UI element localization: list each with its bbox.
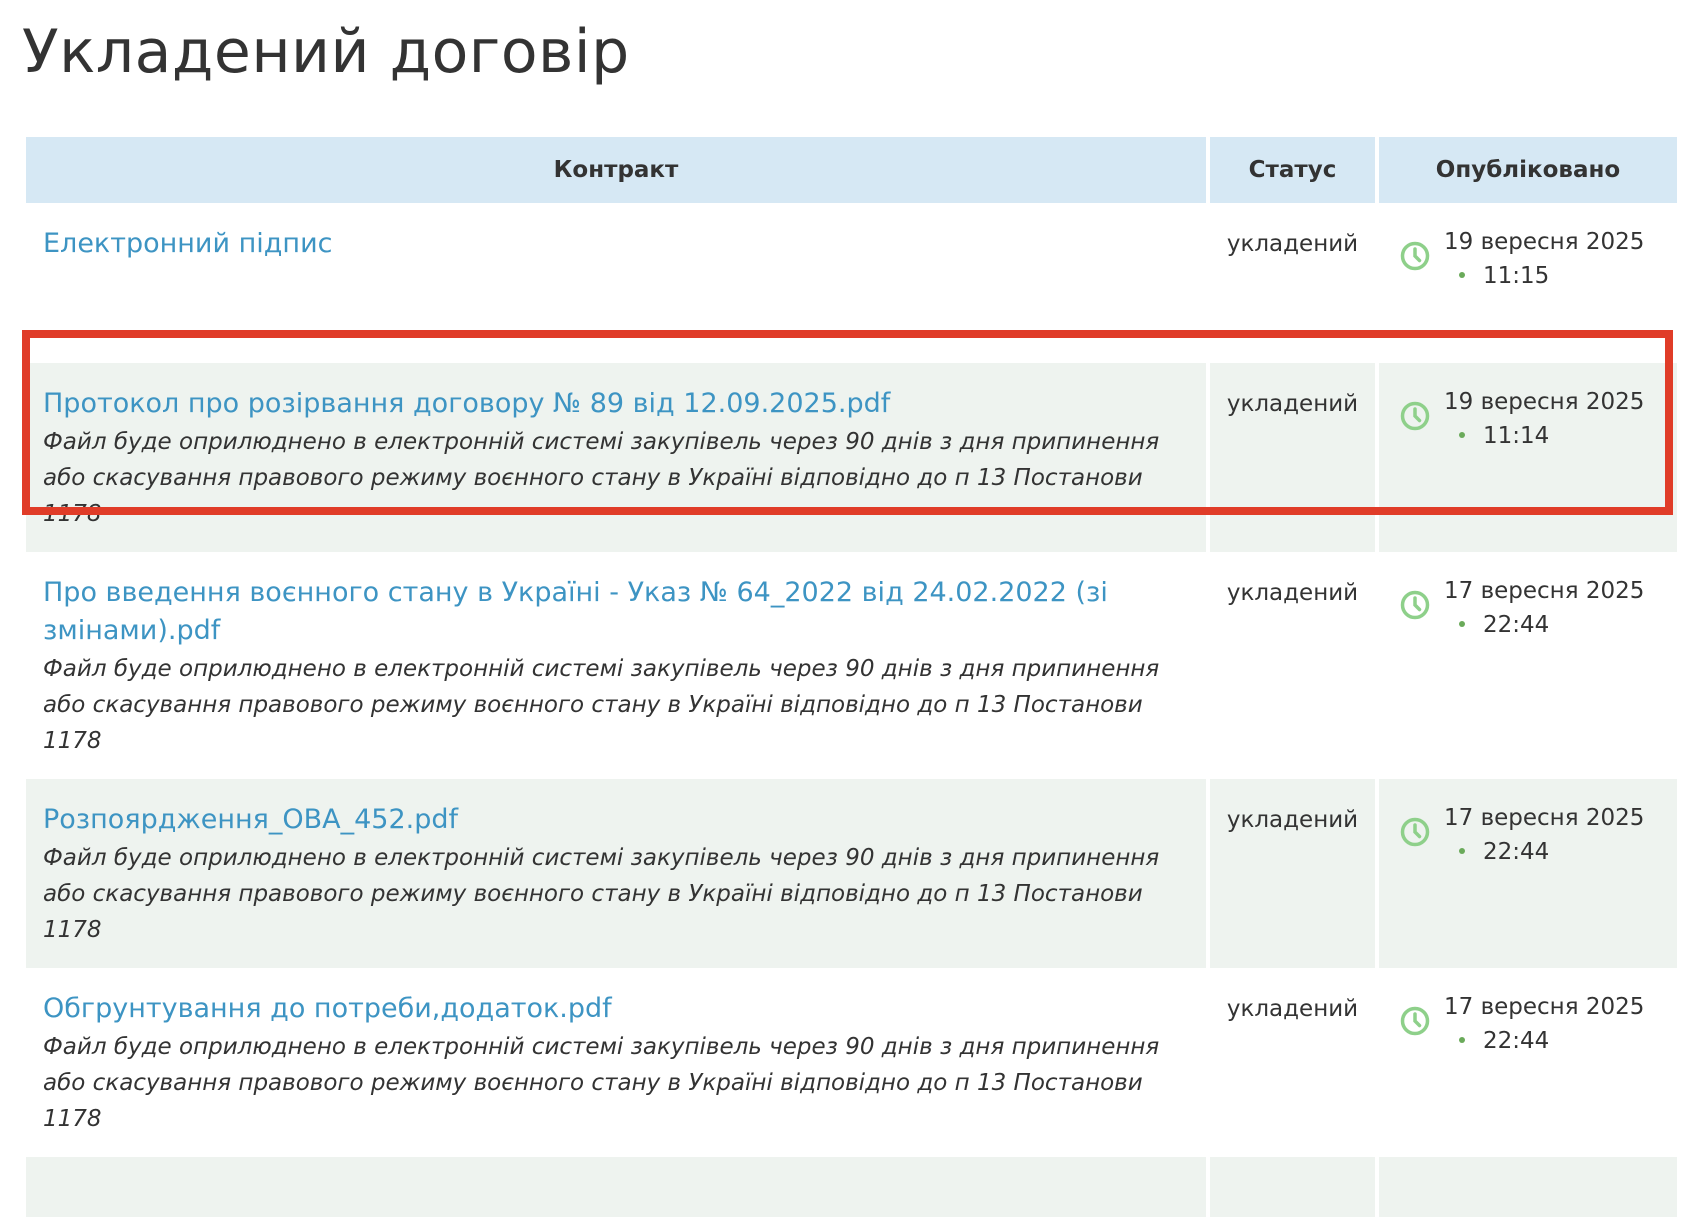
table-row: Про введення воєнного стану в Україні - … <box>26 552 1677 779</box>
clock-icon <box>1400 401 1430 431</box>
document-note: Файл буде оприлюднено в електронній сист… <box>43 845 1160 943</box>
clock-icon <box>1400 590 1430 620</box>
published-cell: 17 вересня 2025 22:44 <box>1375 552 1677 779</box>
document-note: Файл буде оприлюднено в електронній сист… <box>43 1034 1160 1132</box>
contracts-table: Контракт Статус Опубліковано Електронний… <box>26 137 1677 1217</box>
status-cell: укладений <box>1206 968 1375 1157</box>
published-time: 22:44 <box>1483 1028 1550 1054</box>
table-row-partial <box>26 1157 1677 1217</box>
document-link[interactable]: Електронний підпис <box>43 225 1180 263</box>
published-time: 22:44 <box>1483 839 1550 865</box>
table-header-row: Контракт Статус Опубліковано <box>26 137 1677 203</box>
published-cell: 17 вересня 2025 22:44 <box>1375 779 1677 968</box>
table-row-highlighted: Протокол про розірвання договору № 89 ві… <box>26 363 1677 552</box>
document-note: Файл буде оприлюднено в електронній сист… <box>43 429 1160 527</box>
contract-cell: Про введення воєнного стану в Україні - … <box>26 552 1206 779</box>
bullet-dot <box>1459 271 1465 278</box>
published-cell <box>1375 1157 1677 1217</box>
document-link[interactable]: Розпоярдження_ОВА_452.pdf <box>43 801 1180 839</box>
clock-icon <box>1400 1006 1430 1036</box>
contract-cell: Протокол про розірвання договору № 89 ві… <box>26 363 1206 552</box>
document-link[interactable]: Про введення воєнного стану в Україні - … <box>43 574 1180 650</box>
bullet-dot <box>1459 1036 1465 1043</box>
published-date: 19 вересня 2025 <box>1444 389 1645 415</box>
column-header-status[interactable]: Статус <box>1206 137 1375 203</box>
bullet-dot <box>1459 847 1465 854</box>
document-note: Файл буде оприлюднено в електронній сист… <box>43 656 1160 754</box>
published-time: 11:14 <box>1483 423 1550 449</box>
document-link[interactable]: Обгрунтування до потреби,додаток.pdf <box>43 990 1180 1028</box>
status-cell: укладений <box>1206 552 1375 779</box>
published-date: 17 вересня 2025 <box>1444 805 1645 831</box>
published-time-line: 11:15 <box>1459 259 1549 293</box>
published-time-line: 22:44 <box>1459 1024 1549 1058</box>
contract-cell: Обгрунтування до потреби,додаток.pdf Фай… <box>26 968 1206 1157</box>
contract-cell: Електронний підпис <box>26 203 1206 363</box>
status-cell: укладений <box>1206 203 1375 363</box>
published-time-line: 22:44 <box>1459 835 1549 869</box>
clock-icon <box>1400 241 1430 271</box>
table-row: Обгрунтування до потреби,додаток.pdf Фай… <box>26 968 1677 1157</box>
contract-cell: Розпоярдження_ОВА_452.pdf Файл буде опри… <box>26 779 1206 968</box>
table-row: Розпоярдження_ОВА_452.pdf Файл буде опри… <box>26 779 1677 968</box>
status-cell: укладений <box>1206 779 1375 968</box>
published-cell: 19 вересня 2025 11:14 <box>1375 363 1677 552</box>
published-cell: 17 вересня 2025 22:44 <box>1375 968 1677 1157</box>
status-cell <box>1206 1157 1375 1217</box>
published-date: 17 вересня 2025 <box>1444 994 1645 1020</box>
column-header-published[interactable]: Опубліковано <box>1375 137 1677 203</box>
published-cell: 19 вересня 2025 11:15 <box>1375 203 1677 363</box>
document-link[interactable]: Протокол про розірвання договору № 89 ві… <box>43 385 1180 423</box>
contract-cell <box>26 1157 1206 1217</box>
published-date: 19 вересня 2025 <box>1444 229 1645 255</box>
clock-icon <box>1400 817 1430 847</box>
published-time: 22:44 <box>1483 612 1550 638</box>
published-time-line: 11:14 <box>1459 419 1549 453</box>
table-row: Електронний підпис укладений 19 вересня … <box>26 203 1677 363</box>
published-time-line: 22:44 <box>1459 608 1549 642</box>
bullet-dot <box>1459 620 1465 627</box>
page-title: Укладений договір <box>22 17 630 87</box>
status-cell: укладений <box>1206 363 1375 552</box>
published-time: 11:15 <box>1483 263 1550 289</box>
bullet-dot <box>1459 431 1465 438</box>
published-date: 17 вересня 2025 <box>1444 578 1645 604</box>
column-header-contract[interactable]: Контракт <box>26 137 1206 203</box>
